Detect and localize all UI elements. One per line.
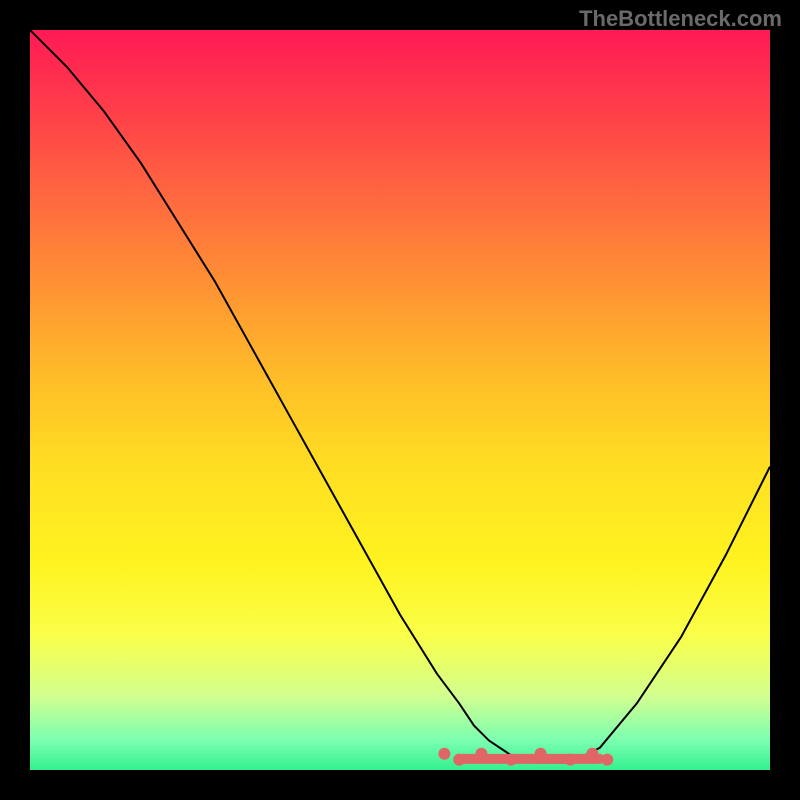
optimal-marker xyxy=(438,748,450,760)
chart-svg xyxy=(30,30,770,770)
optimal-marker xyxy=(453,754,465,766)
bottleneck-curve xyxy=(30,30,770,763)
chart-plot-area xyxy=(30,30,770,770)
optimal-region xyxy=(438,748,613,766)
watermark-text: TheBottleneck.com xyxy=(579,6,782,32)
optimal-marker xyxy=(505,754,517,766)
optimal-marker xyxy=(475,748,487,760)
optimal-marker xyxy=(535,748,547,760)
optimal-marker xyxy=(586,748,598,760)
optimal-marker xyxy=(564,754,576,766)
optimal-marker xyxy=(601,754,613,766)
